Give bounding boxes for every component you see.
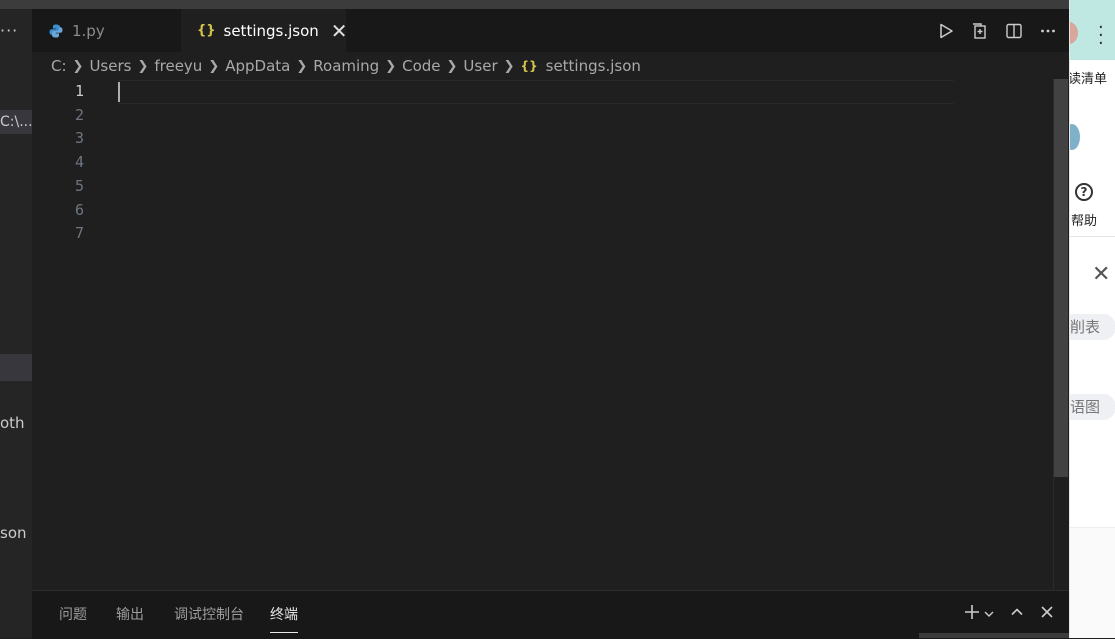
breadcrumb-item[interactable]: freeyu (154, 57, 202, 75)
breadcrumb-item[interactable]: AppData (225, 57, 290, 75)
breadcrumb-item[interactable]: Roaming (313, 57, 379, 75)
line-number: 1 (74, 82, 84, 100)
tab-problems[interactable]: 问题 (59, 591, 87, 637)
panel-actions (963, 591, 1055, 637)
panel-tab-label: 问题 (59, 607, 87, 623)
tab-output[interactable]: 输出 (116, 591, 144, 637)
panel-tab-label: 调试控制台 (174, 607, 244, 623)
line-number: 5 (74, 177, 84, 195)
browser-side-panel: · · · 读清单 ? 帮助 ✕ 削表 语图 (1069, 0, 1115, 638)
tab-terminal[interactable]: 终端 (270, 591, 298, 637)
explorer-item-fragment[interactable]: oth (0, 414, 25, 432)
chevron-right-icon: ❯ (208, 58, 220, 74)
chevron-right-icon: ❯ (503, 58, 515, 74)
vertical-scrollbar-thumb[interactable] (1054, 79, 1068, 477)
bottom-panel: 问题 输出 调试控制台 终端 (32, 590, 1069, 639)
suggestion-pill[interactable]: 语图 (1070, 394, 1115, 420)
line-number: 4 (74, 153, 84, 171)
breadcrumb-item[interactable]: Users (89, 57, 131, 75)
divider (1070, 236, 1115, 237)
tab-settings-json[interactable]: {} settings.json ✕ (181, 9, 348, 52)
more-actions-icon[interactable] (1037, 20, 1059, 42)
plus-icon[interactable] (963, 603, 981, 625)
tab-debug-console[interactable]: 调试控制台 (174, 591, 244, 637)
tab-label: 1.py (72, 21, 105, 40)
json-braces-icon: {} (197, 23, 216, 38)
active-tab-underline (270, 632, 298, 633)
breadcrumb-item[interactable]: Code (402, 57, 440, 75)
close-tab-icon[interactable]: ✕ (331, 19, 348, 43)
editor-toolbar (935, 9, 1059, 52)
chevron-right-icon: ❯ (72, 58, 84, 74)
panel-tab-label: 终端 (270, 607, 298, 623)
panel-tab-label: 输出 (116, 607, 144, 623)
editor-tab-bar: 1.py {} settings.json ✕ (32, 9, 1069, 52)
line-number: 7 (74, 224, 84, 242)
json-braces-icon: {} (520, 59, 538, 73)
more-vertical-icon[interactable]: · · · (1098, 19, 1104, 53)
browser-lower-area (1070, 527, 1115, 638)
chevron-right-icon: ❯ (296, 58, 308, 74)
current-line-highlight (118, 80, 954, 104)
line-number: 2 (74, 106, 84, 124)
suggestion-pill[interactable]: 削表 (1070, 314, 1115, 340)
explorer-path-item[interactable]: C:\... (0, 110, 32, 134)
help-icon[interactable]: ? (1075, 183, 1093, 201)
close-icon[interactable] (1039, 604, 1055, 624)
more-actions-icon[interactable]: ··· (0, 21, 18, 40)
chevron-down-icon[interactable] (983, 605, 995, 624)
panel-bottom-bar (919, 633, 1069, 638)
reading-list-label[interactable]: 读清单 (1070, 68, 1107, 87)
run-icon[interactable] (935, 20, 957, 42)
breadcrumb-item[interactable]: C: (51, 57, 67, 75)
code-editor[interactable]: 1 2 3 4 5 6 7 (32, 79, 1070, 590)
avatar[interactable] (1070, 124, 1080, 150)
window-top-strip (0, 0, 1069, 9)
open-changes-icon[interactable] (969, 20, 991, 42)
explorer-item-fragment[interactable]: son (0, 524, 27, 542)
python-icon (49, 24, 63, 37)
breadcrumb-item[interactable]: settings.json (546, 57, 641, 75)
breadcrumb: C: ❯ Users ❯ freeyu ❯ AppData ❯ Roaming … (51, 55, 641, 77)
chevron-right-icon: ❯ (137, 58, 149, 74)
tab-1-py[interactable]: 1.py (32, 9, 180, 52)
help-label[interactable]: 帮助 (1071, 210, 1097, 229)
line-number: 6 (74, 201, 84, 219)
explorer-sidebar: ··· C:\... oth son (0, 9, 32, 638)
explorer-selected-row[interactable] (0, 354, 32, 381)
text-cursor (118, 82, 120, 102)
breadcrumb-item[interactable]: User (463, 57, 497, 75)
chevron-right-icon: ❯ (385, 58, 397, 74)
close-icon[interactable]: ✕ (1092, 262, 1110, 287)
chevron-up-icon[interactable] (1009, 604, 1025, 624)
chevron-right-icon: ❯ (446, 58, 458, 74)
split-editor-icon[interactable] (1003, 20, 1025, 42)
line-number: 3 (74, 129, 84, 147)
tab-label: settings.json (223, 21, 319, 40)
